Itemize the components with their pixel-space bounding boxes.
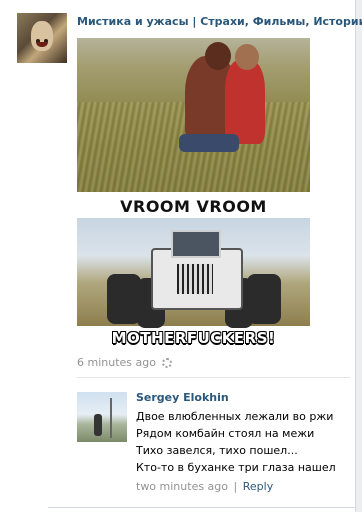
comment-text-line: Тихо завелся, тихо пошел... xyxy=(136,444,298,457)
image-farm-scene xyxy=(77,218,310,328)
comment-meta-separator: | xyxy=(233,480,238,493)
image-head-boy xyxy=(235,44,259,70)
post-image[interactable]: VROOM VROOM MOTHERFUCKERS! xyxy=(77,38,310,348)
comment-text-line: Двое влюбленных лежали во ржи xyxy=(136,410,334,423)
image-panel-field xyxy=(77,38,310,192)
post-time-link[interactable]: 6 minutes ago xyxy=(77,356,156,369)
comment-time-link[interactable]: two minutes ago xyxy=(136,480,228,493)
comment-text-line: Кто-то в буханке три глаза нашел xyxy=(136,461,336,474)
commenter-avatar[interactable] xyxy=(77,392,127,442)
tractor-cab xyxy=(171,230,221,258)
image-panel-tractor: VROOM VROOM MOTHERFUCKERS! xyxy=(77,192,310,348)
post-meta: 6 minutes ago xyxy=(77,356,173,369)
tractor-wheel xyxy=(107,274,141,324)
tractor-grill xyxy=(177,264,213,294)
image-caption-top: VROOM VROOM xyxy=(120,197,267,216)
image-legs xyxy=(179,134,239,152)
avatar-person xyxy=(94,414,102,436)
gear-icon[interactable] xyxy=(162,358,173,368)
group-title-link[interactable]: Мистика и ужасы | Страхи, Фильмы, Истори… xyxy=(77,15,362,28)
image-figure-boy xyxy=(225,60,265,144)
comment-meta: two minutes ago | Reply xyxy=(136,480,273,493)
group-avatar[interactable] xyxy=(17,13,67,63)
reply-button[interactable]: Reply xyxy=(243,480,273,493)
image-head-girl xyxy=(205,42,231,70)
comment-text-line: Рядом комбайн стоял на межи xyxy=(136,427,315,440)
comment-author-link[interactable]: Sergey Elokhin xyxy=(136,391,229,404)
wall-post-card: Мистика и ужасы | Страхи, Фильмы, Истори… xyxy=(0,0,362,512)
comment-bottom-divider xyxy=(48,507,355,508)
image-caption-bottom: MOTHERFUCKERS! xyxy=(111,329,276,347)
avatar-pole xyxy=(110,398,112,438)
post-divider xyxy=(77,377,350,378)
comment-item: Sergey Elokhin Двое влюбленных лежали во… xyxy=(77,389,355,499)
